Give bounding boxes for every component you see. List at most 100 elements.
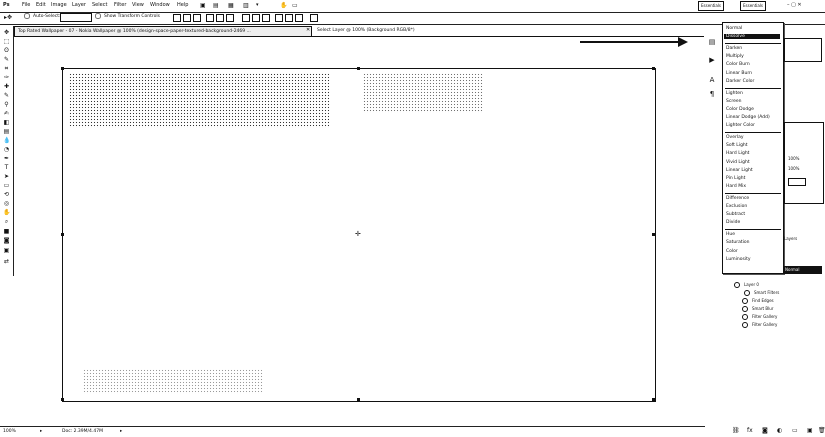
transform-handle-middle-right[interactable] xyxy=(652,233,655,236)
blend-option-lighter-color[interactable]: Lighter Color xyxy=(726,123,755,128)
blend-option-difference[interactable]: Difference xyxy=(726,196,749,201)
menu-image[interactable]: Image xyxy=(51,2,67,8)
workspace-button[interactable]: Essentials xyxy=(698,1,725,11)
history-brush-tool-icon[interactable]: ✍ xyxy=(3,111,10,117)
blend-option-screen[interactable]: Screen xyxy=(726,99,741,104)
layers-tab[interactable]: Layers xyxy=(784,236,797,241)
zoom-readout[interactable]: 100% xyxy=(3,429,16,434)
align-bottom-icon[interactable] xyxy=(193,14,201,22)
blend-option-lighten[interactable]: Lighten xyxy=(726,91,743,96)
move-tool-icon[interactable]: ▸✥ xyxy=(4,14,12,21)
move-tool-icon[interactable]: ✥ xyxy=(3,30,10,36)
transform-handle-bottom-right[interactable] xyxy=(652,398,655,401)
menu-edit[interactable]: Edit xyxy=(36,2,46,8)
transform-handle-top-center[interactable] xyxy=(357,67,360,70)
tab-document-2[interactable]: Select Layer @ 100% (Background RGB/8*) xyxy=(314,26,450,35)
character-panel-icon[interactable]: A xyxy=(707,76,717,84)
transform-center-icon[interactable]: ✛ xyxy=(355,230,361,238)
align-center-icon[interactable] xyxy=(216,14,224,22)
doc-info-icon[interactable]: ▸ xyxy=(40,429,42,434)
blend-option-linear-light[interactable]: Linear Light xyxy=(726,168,753,173)
blend-option-dissolve[interactable]: Dissolve xyxy=(724,34,780,40)
align-left-icon[interactable] xyxy=(206,14,214,22)
auto-align-icon[interactable] xyxy=(310,14,318,22)
type-tool-icon[interactable]: T xyxy=(3,165,10,171)
new-group-icon[interactable]: ▭ xyxy=(792,427,798,434)
blend-option-hard-mix[interactable]: Hard Mix xyxy=(726,184,746,189)
brush-tool-icon[interactable]: ✎ xyxy=(3,93,10,99)
blend-option-subtract[interactable]: Subtract xyxy=(726,212,745,217)
paragraph-panel-icon[interactable]: ¶ xyxy=(707,90,717,98)
quick-select-tool-icon[interactable]: ✎ xyxy=(3,57,10,63)
path-select-tool-icon[interactable]: ➤ xyxy=(3,174,10,180)
marquee-tool-icon[interactable]: ⬚ xyxy=(3,39,10,45)
window-controls-icon[interactable]: – ▢ ✕ xyxy=(787,2,802,8)
blend-option-luminosity[interactable]: Luminosity xyxy=(726,257,751,262)
distribute-bottom-icon[interactable] xyxy=(262,14,270,22)
screen-mode-tool-icon[interactable]: ▣ xyxy=(3,248,10,254)
eyedropper-tool-icon[interactable]: ✑ xyxy=(3,75,10,81)
dodge-tool-icon[interactable]: ◔ xyxy=(3,147,10,153)
blend-option-linear-dodge-add[interactable]: Linear Dodge (Add) xyxy=(726,115,770,120)
blend-mode-select[interactable]: Normal xyxy=(784,266,822,274)
bridge-icon[interactable]: ▣ xyxy=(200,2,206,9)
zoom-tool-icon[interactable]: ⌕ xyxy=(3,219,10,225)
menu-window[interactable]: Window xyxy=(150,2,170,8)
document-canvas[interactable]: ✛ xyxy=(61,67,656,402)
transform-handle-bottom-center[interactable] xyxy=(357,398,360,401)
hand-tool-icon[interactable]: ✋ xyxy=(3,210,10,216)
transform-handle-bottom-left[interactable] xyxy=(61,398,64,401)
menu-file[interactable]: File xyxy=(22,2,30,8)
history-panel-icon[interactable]: ▤ xyxy=(707,38,717,46)
visibility-eye-icon[interactable] xyxy=(734,282,740,288)
blend-option-pin-light[interactable]: Pin Light xyxy=(726,176,745,181)
align-middle-icon[interactable] xyxy=(183,14,191,22)
color-preview-box[interactable] xyxy=(788,178,806,186)
pen-tool-icon[interactable]: ✒ xyxy=(3,156,10,162)
auto-select-dropdown[interactable] xyxy=(60,13,92,22)
visibility-eye-icon[interactable] xyxy=(742,306,748,312)
distribute-top-icon[interactable] xyxy=(242,14,250,22)
visibility-eye-icon[interactable] xyxy=(744,290,750,296)
hand-icon[interactable]: ✋ xyxy=(280,2,287,9)
blend-option-exclusion[interactable]: Exclusion xyxy=(726,204,747,209)
tab-document-1[interactable]: Top Rated Wallpaper - 07 - Nokia Wallpap… xyxy=(14,26,312,36)
app-logo-icon[interactable]: Ps xyxy=(3,2,10,8)
blend-option-color[interactable]: Color xyxy=(726,249,738,254)
blend-option-soft-light[interactable]: Soft Light xyxy=(726,143,748,148)
shape-tool-icon[interactable]: ▭ xyxy=(3,183,10,189)
transform-handle-top-right[interactable] xyxy=(652,67,655,70)
healing-brush-tool-icon[interactable]: ✚ xyxy=(3,84,10,90)
quick-mask-icon[interactable]: ◙ xyxy=(3,238,10,244)
extras-icon[interactable]: ▦ xyxy=(228,2,234,9)
new-layer-icon[interactable]: ▣ xyxy=(807,427,813,434)
workspace-button-secondary[interactable]: Essentials xyxy=(740,1,767,11)
lasso-tool-icon[interactable]: ʘ xyxy=(3,48,10,54)
blend-option-hard-light[interactable]: Hard Light xyxy=(726,151,749,156)
blend-option-divide[interactable]: Divide xyxy=(726,220,740,225)
crop-tool-icon[interactable]: ⌗ xyxy=(3,66,10,72)
menu-help[interactable]: Help xyxy=(177,2,188,8)
delete-layer-icon[interactable]: 🗑 xyxy=(818,427,825,434)
zoom-level-icon[interactable]: ▾ xyxy=(256,2,259,8)
mini-bridge-icon[interactable]: ▤ xyxy=(213,2,219,9)
blend-mode-dropdown-menu[interactable]: Normal Dissolve Darken Multiply Color Burn Li… xyxy=(722,22,784,274)
blend-option-normal[interactable]: Normal xyxy=(726,26,742,31)
blend-option-color-dodge[interactable]: Color Dodge xyxy=(726,107,754,112)
align-right-icon[interactable] xyxy=(226,14,234,22)
blur-tool-icon[interactable]: 💧 xyxy=(3,138,10,144)
menu-select[interactable]: Select xyxy=(92,2,107,8)
blend-option-multiply[interactable]: Multiply xyxy=(726,54,744,59)
gradient-tool-icon[interactable]: ▤ xyxy=(3,129,10,135)
3d-orbit-tool-icon[interactable]: ◎ xyxy=(3,201,10,207)
blend-option-color-burn[interactable]: Color Burn xyxy=(726,62,750,67)
actions-panel-icon[interactable]: ▶ xyxy=(707,56,717,64)
transform-handle-top-left[interactable] xyxy=(61,67,64,70)
blend-option-overlay[interactable]: Overlay xyxy=(726,135,744,140)
blend-option-hue[interactable]: Hue xyxy=(726,232,735,237)
visibility-eye-icon[interactable] xyxy=(742,298,748,304)
visibility-eye-icon[interactable] xyxy=(742,322,748,328)
align-top-icon[interactable] xyxy=(173,14,181,22)
distribute-right-icon[interactable] xyxy=(295,14,303,22)
status-menu-arrow-icon[interactable]: ▸ xyxy=(120,429,122,434)
